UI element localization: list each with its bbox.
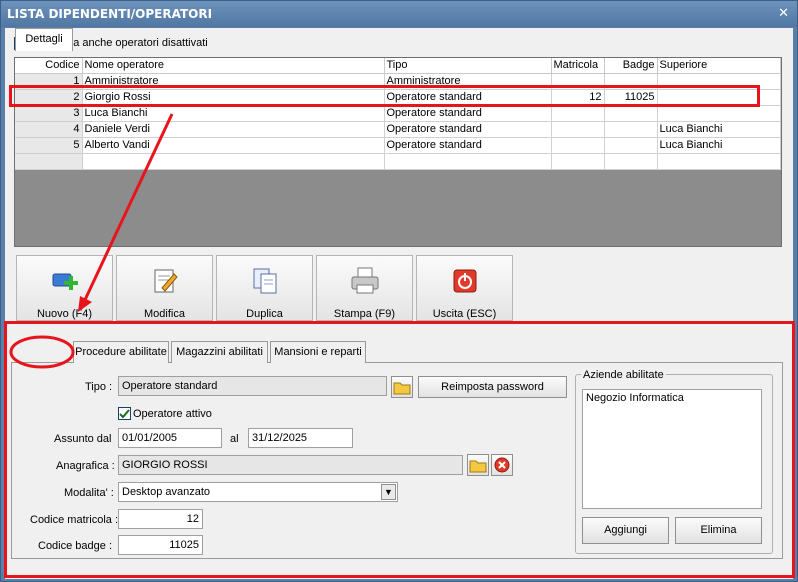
tab-dettagli[interactable]: Dettagli xyxy=(15,28,73,51)
annotation-arrow-icon xyxy=(78,113,174,312)
tab-highlight-ellipse-icon xyxy=(9,335,75,369)
